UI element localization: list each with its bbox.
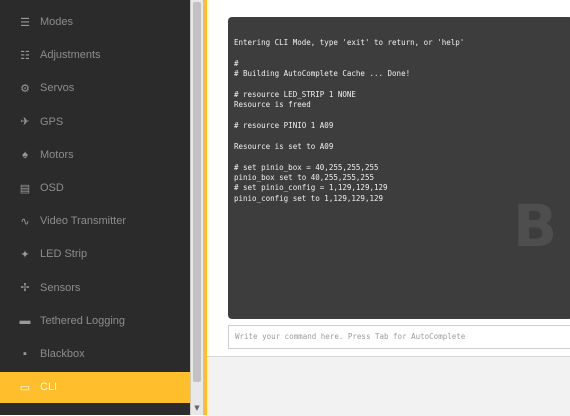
sidebar-item-label: GPS	[40, 115, 64, 128]
servos-icon: ⚙	[20, 82, 30, 95]
sidebar-scroll-thumb[interactable]	[193, 2, 201, 382]
terminal-line: Resource is freed	[234, 100, 311, 110]
sidebar-item-gps[interactable]: ✈ GPS	[0, 106, 190, 137]
sidebar-item-label: Sensors	[40, 281, 81, 294]
cli-panel: B Entering CLI Mode, type 'exit' to retu…	[207, 0, 570, 416]
motors-icon: ♠	[22, 148, 28, 161]
terminal-line: #	[234, 58, 239, 68]
led-strip-icon: ✦	[20, 248, 30, 261]
sidebar-item-cli[interactable]: ▭ CLI	[0, 371, 190, 403]
sidebar-item-label: Blackbox	[40, 348, 85, 360]
sidebar-item-modes[interactable]: ☰ Modes	[0, 7, 190, 38]
gps-icon: ✈	[20, 116, 30, 129]
sidebar-scrollbar[interactable]: ▼	[190, 0, 203, 415]
logo-watermark: B	[513, 192, 558, 260]
terminal-text: Entering CLI Mode, type 'exit' to return…	[234, 38, 464, 204]
osd-icon: ▤	[19, 182, 31, 195]
sidebar-item-label: Adjustments	[40, 49, 101, 62]
sidebar-item-label: OSD	[40, 182, 64, 194]
sidebar-item-label: Servos	[40, 82, 75, 95]
sidebar-item-label: Motors	[40, 148, 74, 161]
sidebar-item-motors[interactable]: ♠ Motors	[0, 139, 190, 170]
sidebar-item-led-strip[interactable]: ✦ LED Strip	[0, 239, 190, 270]
sidebar-item-label: CLI	[40, 381, 58, 394]
sidebar-item-blackbox[interactable]: ▪ Blackbox	[0, 339, 190, 370]
sidebar-item-label: Video Transmitter	[40, 215, 127, 228]
terminal-line: pinio_config set to 1,129,129,129	[234, 193, 384, 203]
sidebar-item-adjustments[interactable]: ☷ Adjustments	[0, 40, 190, 71]
scroll-down-arrow-icon[interactable]: ▼	[193, 403, 201, 413]
sidebar-item-label: Modes	[40, 16, 74, 28]
sidebar-item-label: LED Strip	[40, 248, 88, 261]
terminal-line: pinio_box set to 40,255,255,255	[234, 173, 374, 183]
tethered-logging-icon: ▬	[19, 314, 31, 327]
video-transmitter-icon: ∿	[20, 215, 30, 228]
sidebar-item-osd[interactable]: ▤ OSD	[0, 173, 190, 204]
terminal-line: Resource is set to A09	[234, 141, 334, 151]
sidebar-item-sensors[interactable]: ✢ Sensors	[0, 272, 190, 303]
sidebar-item-label: Tethered Logging	[40, 314, 126, 327]
modes-icon: ☰	[20, 16, 30, 29]
terminal-line: Entering CLI Mode, type 'exit' to return…	[234, 38, 465, 47]
terminal-line: # set pinio_config = 1,129,129,129	[234, 183, 388, 193]
sidebar-item-video-transmitter[interactable]: ∿ Video Transmitter	[0, 206, 190, 237]
cli-icon: ▭	[19, 381, 31, 394]
adjustments-icon: ☷	[20, 49, 30, 62]
sidebar: ☰ Modes ☷ Adjustments ⚙ Servos ✈ GPS ♠ Motors ▤ OSD…	[0, 0, 190, 415]
sidebar-item-servos[interactable]: ⚙ Servos	[0, 73, 190, 104]
sensors-icon: ✢	[20, 282, 30, 295]
cli-terminal-output: B Entering CLI Mode, type 'exit' to retu…	[228, 17, 570, 319]
blackbox-icon: ▪	[23, 348, 27, 360]
cli-input-placeholder: Write your command here. Press Tab for A…	[235, 332, 466, 341]
terminal-line: # set pinio_box = 40,255,255,255	[234, 162, 379, 172]
bottom-toolbar	[207, 356, 570, 416]
terminal-line: # resource PINIO 1 A09	[234, 121, 334, 131]
terminal-line: # resource LED_STRIP 1 NONE	[234, 89, 356, 99]
terminal-line: # Building AutoComplete Cache ... Done!	[234, 69, 411, 79]
sidebar-item-tethered-logging[interactable]: ▬ Tethered Logging	[0, 305, 190, 336]
cli-command-input[interactable]: Write your command here. Press Tab for A…	[228, 325, 570, 349]
